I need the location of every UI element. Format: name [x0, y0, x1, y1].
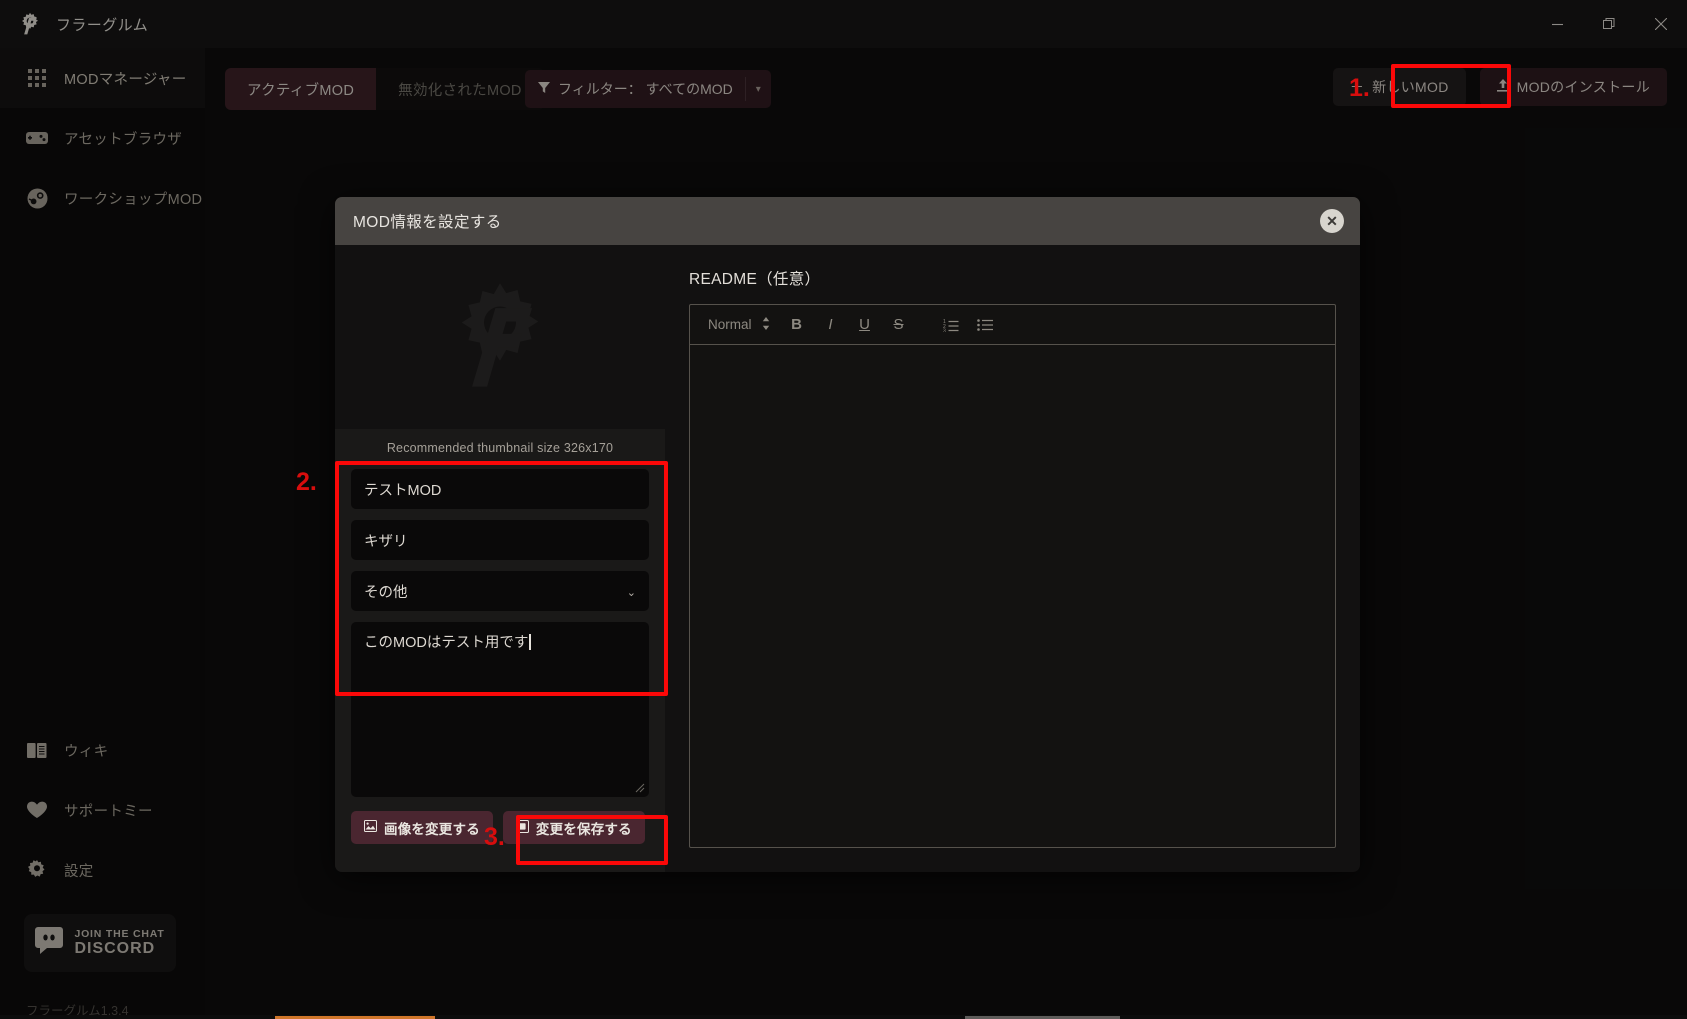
- bold-button[interactable]: B: [782, 310, 812, 340]
- save-icon: [515, 819, 529, 836]
- italic-button[interactable]: I: [816, 310, 846, 340]
- format-value: Normal: [708, 317, 752, 332]
- mod-info-fields: ⌄ このMODはテスト用です: [335, 469, 665, 797]
- close-circle-icon[interactable]: ✕: [1320, 209, 1344, 233]
- mod-category-select-wrap: ⌄: [351, 571, 649, 611]
- underline-label: U: [859, 316, 870, 333]
- mod-category-select[interactable]: [351, 571, 649, 611]
- strikethrough-button[interactable]: S: [884, 310, 914, 340]
- format-dropdown[interactable]: Normal: [708, 316, 778, 333]
- italic-label: I: [828, 316, 833, 333]
- change-image-button[interactable]: 画像を変更する: [351, 811, 493, 844]
- mod-description-wrap: このMODはテスト用です: [351, 622, 649, 797]
- strike-label: S: [893, 316, 904, 333]
- os-taskbar: [0, 1015, 1687, 1019]
- dialog-right-pane: README（任意） Normal B I U S 1 2 3: [665, 245, 1360, 872]
- mod-description-text: このMODはテスト用です: [364, 635, 529, 651]
- bold-label: B: [791, 316, 802, 333]
- bullet-list-icon[interactable]: [970, 310, 1000, 340]
- save-changes-button[interactable]: 変更を保存する: [502, 811, 645, 844]
- thumbnail-hint: Recommended thumbnail size 326x170: [386, 441, 614, 455]
- change-image-label: 画像を変更する: [384, 821, 480, 837]
- underline-button[interactable]: U: [850, 310, 880, 340]
- app-window: フラーグルム MODマネージャー アセットブラウザ ワークショップMOD ウィキ…: [0, 0, 1687, 1019]
- dialog-left-pane: Recommended thumbnail size 326x170 ⌄ このM…: [335, 245, 665, 872]
- mod-name-input[interactable]: [351, 469, 649, 509]
- dialog-header: MOD情報を設定する ✕: [335, 197, 1360, 245]
- dialog-left-actions: 画像を変更する 変更を保存する: [335, 811, 665, 844]
- thumbnail-preview[interactable]: [335, 245, 665, 429]
- ordered-list-icon[interactable]: 1 2 3: [936, 310, 966, 340]
- readme-editor-toolbar: Normal B I U S 1 2 3: [690, 305, 1335, 345]
- save-changes-label: 変更を保存する: [535, 821, 632, 837]
- readme-label: README（任意）: [689, 271, 821, 288]
- mod-info-dialog: MOD情報を設定する ✕ Recommended thumbnail size …: [335, 197, 1360, 872]
- mod-author-input[interactable]: [351, 520, 649, 560]
- updown-caret-icon: [762, 316, 770, 333]
- readme-editor: Normal B I U S 1 2 3: [689, 304, 1336, 848]
- image-icon: [364, 820, 377, 835]
- dialog-title: MOD情報を設定する: [353, 214, 502, 231]
- dialog-body: Recommended thumbnail size 326x170 ⌄ このM…: [335, 245, 1360, 872]
- mod-description-textarea[interactable]: このMODはテスト用です: [351, 622, 649, 797]
- text-caret: [529, 634, 531, 650]
- readme-editor-content[interactable]: [690, 345, 1335, 847]
- svg-text:3: 3: [943, 328, 946, 332]
